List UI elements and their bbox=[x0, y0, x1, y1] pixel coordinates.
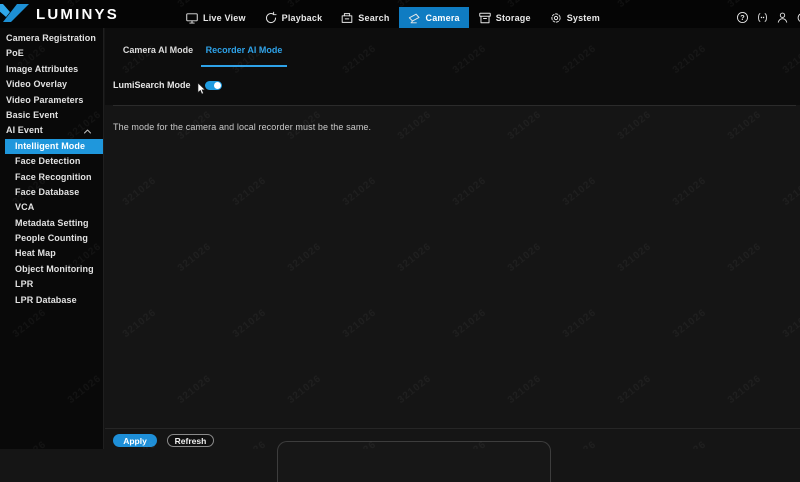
user-button[interactable] bbox=[776, 11, 789, 24]
power-button[interactable] bbox=[796, 11, 800, 24]
search-icon bbox=[340, 11, 354, 25]
toggle-knob bbox=[214, 82, 221, 89]
top-bar: LUMINYS Live View Playback Search Camera Sto… bbox=[0, 0, 800, 28]
refresh-button[interactable]: Refresh bbox=[167, 434, 214, 447]
power-icon bbox=[796, 11, 800, 24]
sidebar-item-label: Camera Registration bbox=[6, 31, 96, 46]
sidebar-item-object-monitoring[interactable]: Object Monitoring bbox=[0, 262, 103, 277]
nav-item-label: Storage bbox=[496, 13, 531, 23]
lumisearch-label: LumiSearch Mode bbox=[113, 80, 197, 90]
sidebar-item-intelligent-mode[interactable]: Intelligent Mode bbox=[5, 139, 103, 154]
scan-icon bbox=[756, 11, 769, 24]
sidebar-item-face-recognition[interactable]: Face Recognition bbox=[0, 170, 103, 185]
face-scan-button[interactable] bbox=[756, 11, 769, 24]
sidebar-item-basic-event[interactable]: Basic Event bbox=[0, 108, 103, 123]
playback-icon bbox=[264, 11, 278, 25]
nav-item-playback[interactable]: Playback bbox=[255, 7, 332, 28]
nav-item-label: Search bbox=[358, 13, 389, 23]
monitor-icon bbox=[185, 11, 199, 25]
storage-icon bbox=[478, 11, 492, 25]
luminys-y-icon bbox=[0, 2, 31, 26]
sidebar-item-label: Image Attributes bbox=[6, 62, 78, 77]
sidebar-item-label: Face Detection bbox=[15, 154, 80, 169]
nav-item-camera[interactable]: Camera bbox=[399, 7, 469, 28]
sidebar-item-label: Face Recognition bbox=[15, 170, 92, 185]
nav-item-label: Camera bbox=[426, 13, 460, 23]
bottom-peek-panel bbox=[277, 441, 551, 482]
brand-logo: LUMINYS bbox=[0, 0, 119, 28]
nav-item-system[interactable]: System bbox=[540, 7, 609, 28]
apply-button[interactable]: Apply bbox=[113, 434, 157, 447]
lumisearch-row: LumiSearch Mode bbox=[113, 77, 222, 93]
sidebar-item-vca[interactable]: VCA bbox=[0, 200, 103, 215]
sidebar-item-camera-registration[interactable]: Camera Registration bbox=[0, 31, 103, 46]
sidebar-item-label: Video Parameters bbox=[6, 93, 83, 108]
help-button[interactable]: ? bbox=[736, 11, 749, 24]
sidebar-item-label: Video Overlay bbox=[6, 77, 67, 92]
sidebar-item-image-attributes[interactable]: Image Attributes bbox=[0, 62, 103, 77]
sidebar-item-poe[interactable]: PoE bbox=[0, 46, 103, 61]
tab-recorder-ai-mode[interactable]: Recorder AI Mode bbox=[201, 28, 287, 67]
section-divider bbox=[113, 105, 796, 106]
sidebar-item-face-detection[interactable]: Face Detection bbox=[0, 154, 103, 169]
brand-name: LUMINYS bbox=[36, 6, 119, 23]
sidebar-item-label: LPR bbox=[15, 277, 33, 292]
nav-item-storage[interactable]: Storage bbox=[469, 7, 540, 28]
sidebar-item-face-database[interactable]: Face Database bbox=[0, 185, 103, 200]
lumisearch-toggle[interactable] bbox=[205, 81, 222, 90]
sidebar-item-label: Heat Map bbox=[15, 246, 56, 261]
sidebar-item-metadata-setting[interactable]: Metadata Setting bbox=[0, 216, 103, 231]
sidebar-item-label: Basic Event bbox=[6, 108, 58, 123]
nav-item-search[interactable]: Search bbox=[331, 7, 398, 28]
sidebar-item-video-overlay[interactable]: Video Overlay bbox=[0, 77, 103, 92]
nav-item-label: System bbox=[567, 13, 600, 23]
chevron-up-icon bbox=[83, 128, 92, 135]
nav-item-label: Live View bbox=[203, 13, 246, 23]
nav-item-live-view[interactable]: Live View bbox=[176, 7, 255, 28]
main-content: Camera AI ModeRecorder AI Mode LumiSearc… bbox=[105, 28, 800, 449]
sidebar-item-heat-map[interactable]: Heat Map bbox=[0, 246, 103, 261]
sidebar-item-people-counting[interactable]: People Counting bbox=[0, 231, 103, 246]
content-tabs: Camera AI ModeRecorder AI Mode bbox=[115, 28, 287, 67]
footer-buttons: Apply Refresh bbox=[113, 434, 214, 447]
sidebar-item-lpr-database[interactable]: LPR Database bbox=[0, 293, 103, 308]
sidebar-item-video-parameters[interactable]: Video Parameters bbox=[0, 93, 103, 108]
mouse-cursor-icon bbox=[197, 83, 208, 95]
sidebar-item-label: LPR Database bbox=[15, 293, 77, 308]
help-icon: ? bbox=[736, 11, 749, 24]
sidebar-item-label: PoE bbox=[6, 46, 24, 61]
user-icon bbox=[776, 11, 789, 24]
sidebar-item-lpr[interactable]: LPR bbox=[0, 277, 103, 292]
sidebar-item-label: VCA bbox=[15, 200, 34, 215]
sidebar-item-ai-event[interactable]: AI Event bbox=[0, 123, 103, 138]
footer-divider bbox=[105, 428, 800, 429]
main-nav: Live View Playback Search Camera Storage Syst… bbox=[176, 7, 609, 28]
sidebar-item-label: People Counting bbox=[15, 231, 88, 246]
sidebar: Camera RegistrationPoEImage AttributesVi… bbox=[0, 28, 104, 449]
sidebar-item-label: AI Event bbox=[6, 123, 43, 138]
topbar-actions: ? bbox=[736, 7, 800, 28]
nav-item-label: Playback bbox=[282, 13, 323, 23]
system-icon bbox=[549, 11, 563, 25]
sidebar-item-label: Intelligent Mode bbox=[15, 139, 85, 154]
sidebar-item-label: Face Database bbox=[15, 185, 79, 200]
tab-camera-ai-mode[interactable]: Camera AI Mode bbox=[115, 28, 201, 67]
mode-note: The mode for the camera and local record… bbox=[113, 122, 371, 132]
camera-icon bbox=[408, 11, 422, 25]
sidebar-item-label: Object Monitoring bbox=[15, 262, 94, 277]
svg-text:?: ? bbox=[740, 13, 745, 22]
sidebar-item-label: Metadata Setting bbox=[15, 216, 89, 231]
